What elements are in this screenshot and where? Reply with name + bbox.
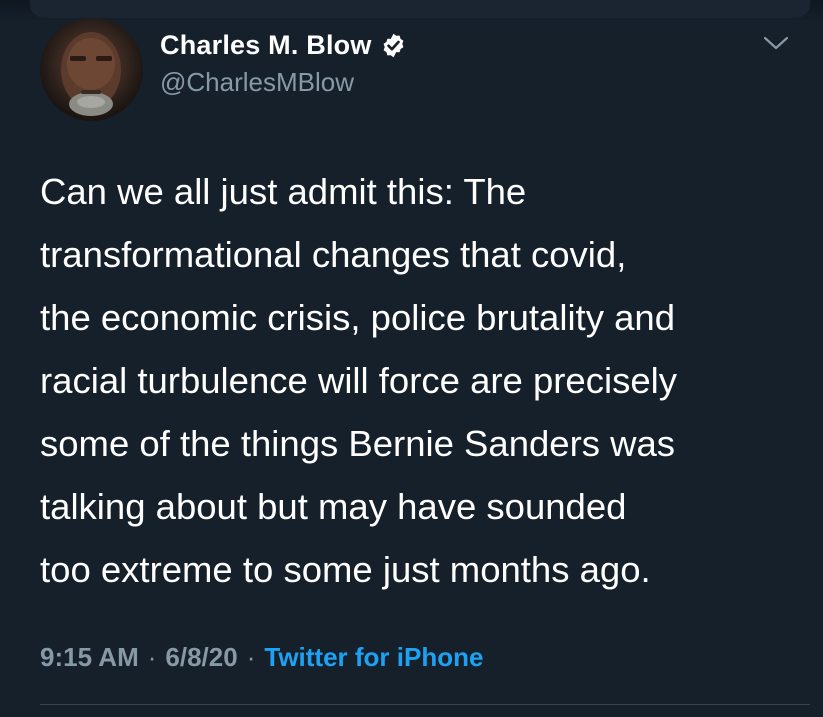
meta-separator: · xyxy=(147,642,157,672)
author-handle[interactable]: @CharlesMBlow xyxy=(160,67,354,98)
avatar[interactable] xyxy=(40,18,143,121)
more-options-button[interactable] xyxy=(758,30,794,60)
tweet-source-link[interactable]: Twitter for iPhone xyxy=(264,642,483,673)
top-bar xyxy=(30,0,810,18)
divider xyxy=(40,704,810,705)
author-display-name[interactable]: Charles M. Blow xyxy=(160,30,372,61)
chevron-down-icon xyxy=(763,35,789,56)
tweet-date[interactable]: 6/8/20 xyxy=(165,642,237,673)
tweet-text: Can we all just admit this: The transfor… xyxy=(40,171,677,590)
tweet-time[interactable]: 9:15 AM xyxy=(40,642,139,673)
verified-badge-icon xyxy=(380,32,407,59)
author-name-row: Charles M. Blow xyxy=(160,30,407,61)
meta-separator: · xyxy=(246,642,256,672)
tweet-meta: 9:15 AM · 6/8/20 · Twitter for iPhone xyxy=(40,642,483,673)
